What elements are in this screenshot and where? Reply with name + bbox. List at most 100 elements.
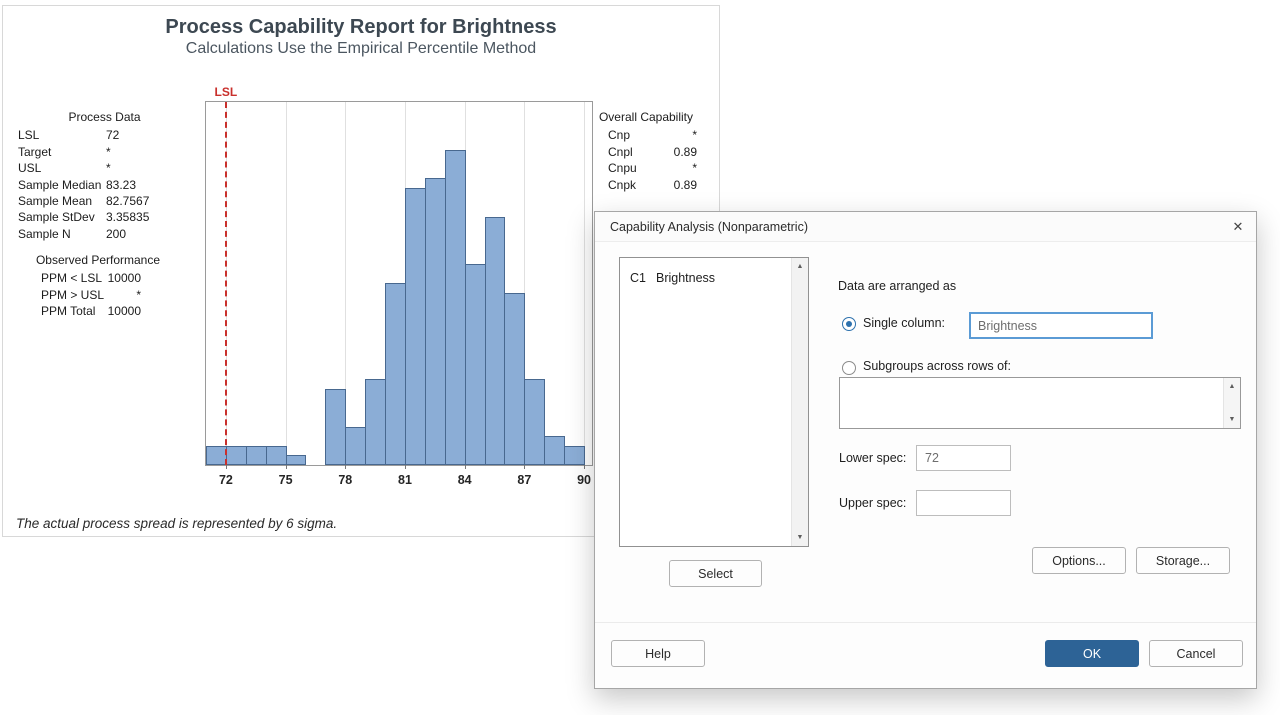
histogram-bar: [325, 389, 346, 465]
observed-performance-table: Observed PerformancePPM < LSL10000PPM > …: [18, 252, 178, 320]
report-subtitle: Calculations Use the Empirical Percentil…: [3, 40, 719, 58]
stat-label: Cnpk: [608, 177, 636, 193]
dialog-titlebar[interactable]: Capability Analysis (Nonparametric) ✕: [595, 212, 1256, 242]
options-button[interactable]: Options...: [1032, 547, 1126, 574]
screen: Process Capability Report for Brightness…: [0, 0, 1280, 715]
subgroups-input[interactable]: ▲ ▼: [839, 377, 1241, 429]
histogram-bar: [405, 188, 426, 465]
histogram-bar: [485, 217, 506, 465]
subgroups-label[interactable]: Subgroups across rows of:: [863, 359, 1011, 373]
observed-performance-row: PPM Total10000: [18, 303, 178, 319]
histogram-bar: [345, 427, 366, 465]
report-footnote: The actual process spread is represented…: [16, 516, 337, 531]
process-data-row: Sample Median83.23: [18, 177, 191, 193]
x-tick-label: 84: [458, 473, 472, 487]
stat-value: 72: [106, 127, 191, 143]
single-column-label[interactable]: Single column:: [863, 316, 945, 330]
lower-spec-label: Lower spec:: [839, 451, 906, 465]
stat-label: Cnpl: [608, 144, 633, 160]
histogram-bar: [266, 446, 287, 465]
upper-spec-input[interactable]: [916, 490, 1011, 516]
stat-value: *: [106, 144, 191, 160]
ok-button[interactable]: OK: [1045, 640, 1139, 667]
histogram-bar: [445, 150, 466, 465]
stat-value: *: [692, 127, 697, 143]
x-tick-mark: [524, 465, 525, 469]
stat-label: PPM Total: [41, 303, 105, 319]
stat-label: LSL: [18, 127, 106, 143]
storage-button[interactable]: Storage...: [1136, 547, 1230, 574]
x-tick-mark: [286, 465, 287, 469]
dialog-title: Capability Analysis (Nonparametric): [610, 212, 808, 242]
lower-spec-input[interactable]: [916, 445, 1011, 471]
overall-capability-row: Cnpk0.89: [595, 177, 697, 193]
report-title: Process Capability Report for Brightness: [3, 16, 719, 39]
x-tick-label: 75: [279, 473, 293, 487]
histogram-bar: [206, 446, 227, 465]
help-button[interactable]: Help: [611, 640, 705, 667]
histogram-bar: [226, 446, 247, 465]
scroll-up-icon[interactable]: ▲: [792, 258, 808, 275]
overall-capability-row: Cnp *: [595, 127, 697, 143]
gridline: [286, 102, 287, 465]
stat-value: *: [106, 160, 191, 176]
observed-performance-row: PPM > USL*: [18, 287, 178, 303]
stat-label: PPM < LSL: [41, 270, 105, 286]
observed-performance-row: PPM < LSL10000: [18, 270, 178, 286]
stat-label: Cnp: [608, 127, 630, 143]
stat-value: 10000: [105, 303, 141, 319]
lsl-line-label: LSL: [215, 85, 238, 99]
dialog-divider: [595, 622, 1256, 623]
stat-value: 3.35835: [106, 209, 191, 225]
scroll-down-icon[interactable]: ▼: [1224, 411, 1240, 428]
stat-label: Sample StDev: [18, 209, 106, 225]
select-button[interactable]: Select: [669, 560, 762, 587]
histogram-bar: [564, 446, 585, 465]
subgroups-scrollbar[interactable]: ▲ ▼: [1223, 378, 1240, 428]
x-tick-label: 90: [577, 473, 591, 487]
histogram-bar: [385, 283, 406, 465]
x-tick-label: 78: [338, 473, 352, 487]
stat-label: PPM > USL: [41, 287, 105, 303]
stat-value: 0.89: [674, 144, 697, 160]
radio-dot: [846, 321, 852, 327]
x-tick-mark: [345, 465, 346, 469]
x-tick-mark: [584, 465, 585, 469]
stat-value: *: [105, 287, 141, 303]
overall-capability-header: Overall Capability: [595, 109, 697, 125]
overall-capability-table: Overall CapabilityCnp*Cnpl0.89Cnpu*Cnpk0…: [595, 109, 697, 193]
cancel-button[interactable]: Cancel: [1149, 640, 1243, 667]
stat-value: 200: [106, 226, 191, 242]
subgroups-radio[interactable]: [842, 361, 856, 375]
stat-value: 83.23: [106, 177, 191, 193]
observed-performance-header: Observed Performance: [18, 252, 178, 268]
close-button[interactable]: ✕: [1222, 213, 1254, 241]
x-tick-mark: [226, 465, 227, 469]
overall-capability-row: Cnpu *: [595, 160, 697, 176]
column-listbox[interactable]: C1Brightness ▲ ▼: [619, 257, 809, 547]
process-data-header: Process Data: [18, 109, 191, 125]
column-list-item[interactable]: C1Brightness: [620, 268, 808, 288]
process-data-row: Sample N200: [18, 226, 191, 242]
process-data-row: Sample Mean82.7567: [18, 193, 191, 209]
overall-capability-row: Cnpl 0.89: [595, 144, 697, 160]
scroll-up-icon[interactable]: ▲: [1224, 378, 1240, 395]
histogram-bar: [425, 178, 446, 465]
column-name: Brightness: [656, 271, 715, 285]
histogram-plot: 72757881848790LSL: [205, 101, 593, 466]
listbox-scrollbar[interactable]: ▲ ▼: [791, 258, 808, 546]
x-tick-label: 72: [219, 473, 233, 487]
upper-spec-label: Upper spec:: [839, 496, 906, 510]
histogram-bar: [465, 264, 486, 465]
close-icon: ✕: [1233, 219, 1244, 234]
x-tick-mark: [405, 465, 406, 469]
single-column-input[interactable]: [969, 312, 1153, 339]
stat-label: Sample Median: [18, 177, 106, 193]
single-column-radio[interactable]: [842, 317, 856, 331]
scroll-down-icon[interactable]: ▼: [792, 529, 808, 546]
stat-value: 10000: [105, 270, 141, 286]
process-data-table: Process DataLSL72Target*USL*Sample Media…: [18, 109, 191, 242]
stat-value: *: [692, 160, 697, 176]
stat-label: Cnpu: [608, 160, 637, 176]
process-data-row: LSL72: [18, 127, 191, 143]
